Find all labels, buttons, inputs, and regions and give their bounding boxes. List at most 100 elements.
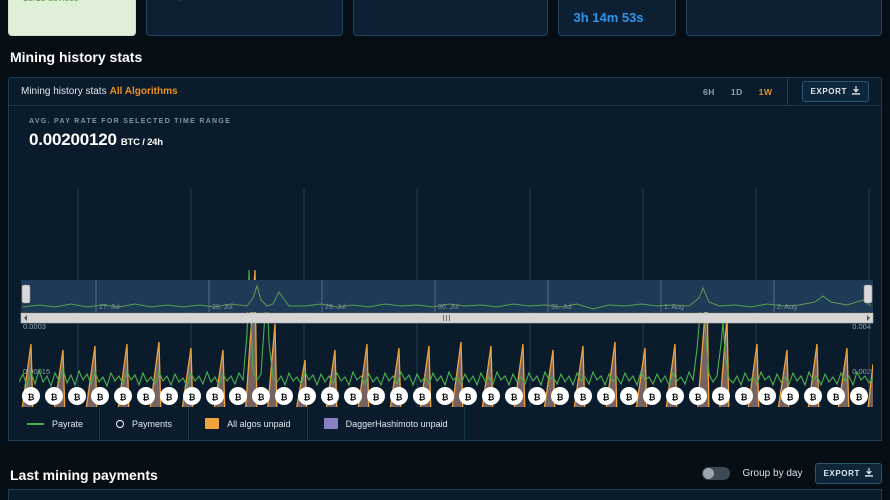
mining-history-panel: Mining history stats All Algorithms 6H 1D… — [8, 77, 882, 441]
svg-text:₿: ₿ — [465, 392, 472, 402]
export-chart-button[interactable]: EXPORT — [801, 81, 869, 102]
legend-label-payments: Payments — [132, 418, 173, 429]
payment-marker[interactable]: ₿ — [643, 387, 661, 405]
payment-marker[interactable]: ₿ — [850, 387, 868, 405]
payment-marker[interactable]: ₿ — [712, 387, 730, 405]
y-right-tick-2: 0.002 — [852, 367, 871, 376]
payment-marker[interactable]: ₿ — [528, 387, 546, 405]
payment-marker[interactable]: ₿ — [114, 387, 132, 405]
group-by-day-label: Group by day — [742, 468, 803, 479]
svg-text:₿: ₿ — [580, 392, 587, 402]
all-algos-swatch-icon — [205, 418, 220, 429]
payment-marker[interactable]: ₿ — [183, 387, 201, 405]
payment-marker[interactable]: ₿ — [827, 387, 845, 405]
stat-card-next-payout: 3h 14m 53s — [558, 0, 676, 36]
payment-marker[interactable]: ₿ — [666, 387, 684, 405]
payments-circle-icon — [116, 419, 125, 428]
last-payments-controls: Group by day EXPORT — [702, 463, 882, 484]
stat-card-unpaid-balance: 0.00006560BTC ≈ ¥287.03 — [353, 0, 549, 36]
stat-card-total-balance: 0.00203964BTC ≈ ¥8,924.33 — [146, 0, 344, 36]
payment-marker[interactable]: ₿ — [436, 387, 454, 405]
payment-marker[interactable]: ₿ — [390, 387, 408, 405]
time-range-group: 6H 1D 1W — [703, 78, 788, 105]
navigator-handle-left[interactable] — [21, 284, 31, 304]
payment-marker[interactable]: ₿ — [735, 387, 753, 405]
payment-marker[interactable]: ₿ — [275, 387, 293, 405]
payment-marker[interactable]: ₿ — [298, 387, 316, 405]
panel-algorithm-filter[interactable]: All Algorithms — [110, 86, 178, 97]
svg-text:₿: ₿ — [488, 392, 495, 402]
svg-text:₿: ₿ — [97, 392, 104, 402]
svg-text:₿: ₿ — [557, 392, 564, 402]
payment-marker[interactable]: ₿ — [344, 387, 362, 405]
payment-marker[interactable]: ₿ — [505, 387, 523, 405]
payment-marker[interactable]: ₿ — [413, 387, 431, 405]
payment-marker[interactable]: ₿ — [22, 387, 40, 405]
payment-marker[interactable]: ₿ — [482, 387, 500, 405]
payment-marker[interactable]: ₿ — [597, 387, 615, 405]
payment-marker[interactable]: ₿ — [137, 387, 155, 405]
svg-text:₿: ₿ — [787, 392, 794, 402]
chart-legend: Payrate Payments All algos unpaid Dagger… — [8, 407, 882, 441]
payment-marker[interactable]: ₿ — [68, 387, 86, 405]
range-1d[interactable]: 1D — [731, 87, 743, 97]
svg-text:₿: ₿ — [396, 392, 403, 402]
payment-marker[interactable]: ₿ — [689, 387, 707, 405]
legend-label-all-algos-unpaid: All algos unpaid — [227, 418, 291, 429]
payment-marker[interactable]: ₿ — [229, 387, 247, 405]
page-title-last-payments: Last mining payments — [10, 467, 158, 483]
payment-marker[interactable]: ₿ — [574, 387, 592, 405]
payment-markers-group[interactable]: ₿ ₿ ₿ ₿ ₿ ₿ ₿ ₿ ₿ ₿ ₿ ₿ ₿ ₿ ₿ ₿ ₿ ₿ ₿ ₿ … — [22, 387, 868, 405]
svg-text:₿: ₿ — [442, 392, 449, 402]
svg-text:₿: ₿ — [419, 392, 426, 402]
svg-text:₿: ₿ — [143, 392, 150, 402]
avg-payrate-label: AVG. PAY RATE FOR SELECTED TIME RANGE — [29, 118, 232, 125]
svg-text:₿: ₿ — [649, 392, 656, 402]
payment-marker[interactable]: ₿ — [367, 387, 385, 405]
chart-plot-area[interactable]: 0.00045 0.0003 0.00015 0 0.006 0.004 0.0… — [9, 174, 883, 440]
svg-text:₿: ₿ — [810, 392, 817, 402]
legend-item-payrate[interactable]: Payrate — [9, 407, 101, 440]
svg-text:₿: ₿ — [856, 392, 863, 402]
avg-payrate-number: 0.00200120 — [29, 130, 117, 149]
payment-marker[interactable]: ₿ — [459, 387, 477, 405]
svg-text:₿: ₿ — [189, 392, 196, 402]
payment-marker[interactable]: ₿ — [551, 387, 569, 405]
payment-marker[interactable]: ₿ — [804, 387, 822, 405]
svg-text:₿: ₿ — [695, 392, 702, 402]
payment-marker[interactable]: ₿ — [206, 387, 224, 405]
panel-header-text: Mining history stats All Algorithms — [21, 86, 178, 97]
payment-marker[interactable]: ₿ — [321, 387, 339, 405]
export-payments-button[interactable]: EXPORT — [814, 463, 882, 484]
range-6h[interactable]: 6H — [703, 87, 715, 97]
payment-marker[interactable]: ₿ — [252, 387, 270, 405]
payment-marker[interactable]: ₿ — [91, 387, 109, 405]
svg-text:₿: ₿ — [212, 392, 219, 402]
payment-marker[interactable]: ₿ — [45, 387, 63, 405]
chart-navigator[interactable]: 27. Jul 28. Jul 29. Jul 30. Jul 31. Jul … — [9, 280, 883, 324]
payment-marker[interactable]: ₿ — [781, 387, 799, 405]
svg-text:2. Aug: 2. Aug — [777, 304, 797, 311]
payment-marker[interactable]: ₿ — [160, 387, 178, 405]
navigator-handle-right[interactable] — [863, 284, 873, 304]
legend-item-payments[interactable]: Payments — [100, 407, 190, 440]
stat-card-workers: 4 / 4 18/18 devices — [8, 0, 137, 36]
legend-item-all-algos-unpaid[interactable]: All algos unpaid — [189, 407, 308, 440]
payment-marker[interactable]: ₿ — [620, 387, 638, 405]
svg-text:₿: ₿ — [166, 392, 173, 402]
download-icon — [852, 86, 860, 97]
toggle-knob — [703, 468, 715, 479]
unpaid-balance-fiat: ≈ ¥287.03 — [368, 0, 533, 2]
svg-text:₿: ₿ — [764, 392, 771, 402]
svg-text:1. Aug: 1. Aug — [664, 304, 684, 311]
avg-payrate-value: 0.00200120 BTC / 24h — [29, 130, 881, 150]
avg-payrate-block: AVG. PAY RATE FOR SELECTED TIME RANGE 0.… — [9, 106, 881, 150]
svg-text:₿: ₿ — [833, 392, 840, 402]
page-title-mining-history: Mining history stats — [10, 49, 143, 65]
download-icon — [865, 468, 873, 479]
range-1w[interactable]: 1W — [759, 87, 773, 97]
group-by-day-toggle[interactable] — [702, 467, 731, 480]
payment-marker[interactable]: ₿ — [758, 387, 776, 405]
panel-header: Mining history stats All Algorithms 6H 1D… — [9, 78, 881, 106]
legend-item-daggerhashimoto-unpaid[interactable]: DaggerHashimoto unpaid — [308, 407, 465, 440]
